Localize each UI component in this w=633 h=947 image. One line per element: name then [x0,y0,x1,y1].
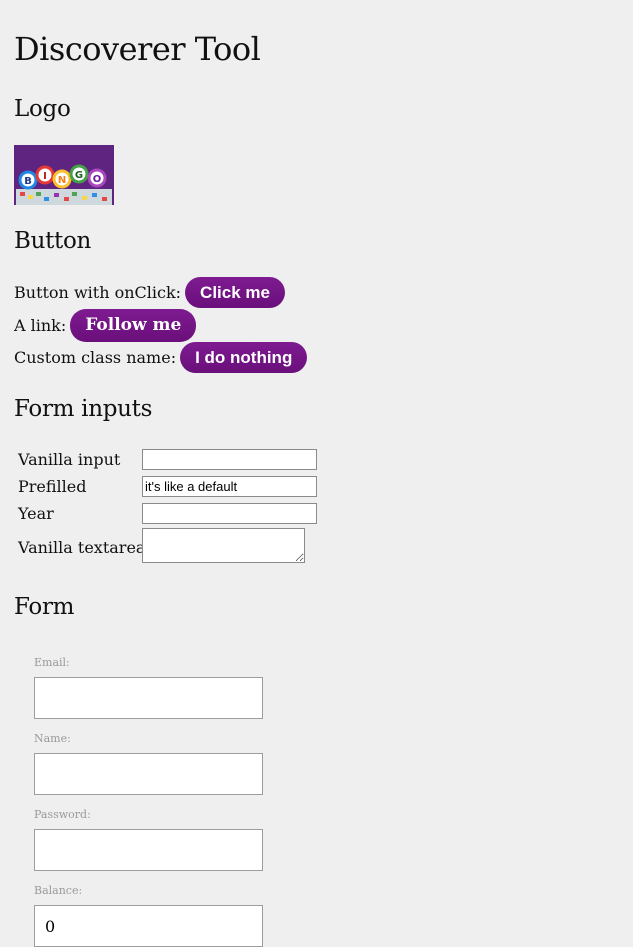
svg-text:G: G [75,170,83,181]
name-label: Name: [34,732,71,745]
vanilla-textarea[interactable] [142,528,305,563]
year-label: Year [18,504,54,523]
vanilla-textarea-label: Vanilla textarea [18,538,146,557]
page-title: Discoverer Tool [14,30,261,68]
password-field[interactable] [34,829,263,871]
click-me-button[interactable]: Click me [185,276,285,308]
bingo-logo: B I N G O [14,145,114,205]
onclick-label: Button with onClick: [14,282,182,302]
svg-text:I: I [43,171,47,182]
password-label: Password: [34,808,91,821]
onclick-row: Button with onClick: Click me [14,276,285,308]
bingo-logo-graphic: B I N G O [14,145,114,205]
link-row: A link: Follow me [14,308,197,342]
section-title-logo: Logo [14,96,71,122]
section-title-button: Button [14,228,92,254]
vanilla-input-label: Vanilla input [18,450,121,469]
svg-text:O: O [93,174,102,185]
custom-class-row: Custom class name: I do nothing [14,341,308,373]
prefilled-label: Prefilled [18,477,87,496]
year-input[interactable] [142,503,317,524]
section-title-form-inputs: Form inputs [14,396,153,422]
name-field[interactable] [34,753,263,795]
follow-me-link[interactable]: Follow me [70,308,197,342]
balance-label: Balance: [34,884,83,897]
vanilla-input[interactable] [142,449,317,470]
link-label: A link: [14,315,67,335]
custom-class-label: Custom class name: [14,347,177,367]
i-do-nothing-button[interactable]: I do nothing [180,341,308,373]
email-label: Email: [34,656,70,669]
prefilled-input[interactable] [142,476,317,497]
section-title-form: Form [14,594,75,620]
svg-text:N: N [58,175,66,186]
balance-field[interactable] [34,905,263,947]
email-field[interactable] [34,677,263,719]
svg-text:B: B [24,176,32,187]
